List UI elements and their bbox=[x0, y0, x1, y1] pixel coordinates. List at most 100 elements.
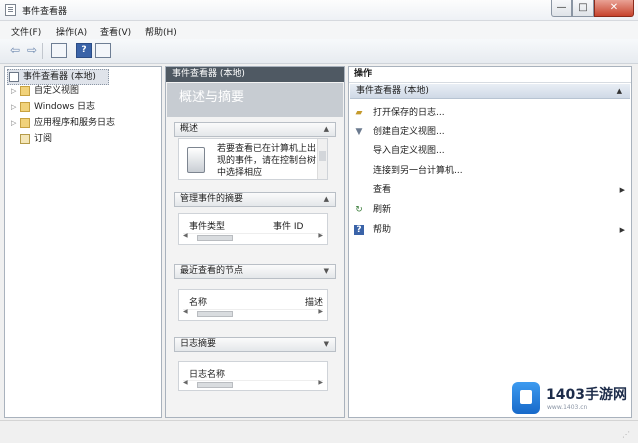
action-import-custom-view[interactable]: 导入自定义视图... bbox=[349, 143, 631, 159]
scroll-left-arrow-icon[interactable]: ◀ bbox=[183, 379, 188, 386]
title-bar: 事件查看器 — □ ✕ bbox=[0, 0, 638, 21]
status-bar: ⋰ bbox=[0, 420, 638, 443]
action-create-custom-view[interactable]: ▼ 创建自定义视图... bbox=[349, 124, 631, 140]
toolbar-separator bbox=[42, 43, 43, 59]
scroll-right-arrow-icon[interactable]: ▶ bbox=[318, 308, 323, 315]
section-overview-header[interactable]: 概述 ▲ bbox=[174, 122, 336, 137]
event-viewer-app-icon bbox=[5, 4, 16, 16]
site-watermark: 1403手游网 www.1403.cn bbox=[512, 382, 632, 420]
help-icon: ? bbox=[354, 225, 364, 235]
maximize-button[interactable]: □ bbox=[572, 0, 594, 17]
tree-item-label: 自定义视图 bbox=[34, 86, 80, 96]
forward-arrow-icon[interactable]: ⇨ bbox=[24, 43, 40, 58]
menu-view[interactable]: 查看(V) bbox=[100, 25, 131, 38]
action-view[interactable]: 查看 ▶ bbox=[349, 182, 631, 198]
scroll-thumb[interactable] bbox=[197, 382, 233, 388]
overview-content: 若要查看已在计算机上出现的事件，请在控制台树中选择相应 bbox=[178, 138, 328, 180]
actions-pane: 操作 事件查看器 (本地) ▲ ▰ 打开保存的日志... ▼ 创建自定义视图..… bbox=[348, 66, 632, 418]
recent-hscrollbar[interactable]: ◀ ▶ bbox=[183, 308, 323, 319]
section-title: 概述 bbox=[180, 124, 199, 134]
scroll-right-arrow-icon[interactable]: ▶ bbox=[318, 379, 323, 386]
scroll-left-arrow-icon[interactable]: ◀ bbox=[183, 308, 188, 315]
console-tree-pane: 事件查看器 (本地) ▷ 自定义视图 ▷ Windows 日志 ▷ 应用程序和服务日志… bbox=[4, 66, 162, 418]
open-folder-icon: ▰ bbox=[355, 108, 363, 118]
tree-item-label: Windows 日志 bbox=[34, 102, 96, 112]
filter-icon: ▼ bbox=[355, 127, 363, 137]
expand-arrow-icon[interactable]: ▷ bbox=[11, 100, 19, 114]
overview-banner: 概述与摘要 bbox=[167, 83, 343, 117]
column-header-log-name[interactable]: 日志名称 bbox=[189, 367, 225, 380]
summary-hscrollbar[interactable]: ◀ ▶ bbox=[183, 232, 323, 243]
folder-icon bbox=[20, 86, 30, 96]
scroll-left-arrow-icon[interactable]: ◀ bbox=[183, 232, 188, 239]
tree-root-label: 事件查看器 (本地) bbox=[23, 72, 96, 82]
scroll-thumb[interactable] bbox=[197, 311, 233, 317]
section-title: 日志摘要 bbox=[180, 339, 217, 349]
window-title: 事件查看器 bbox=[22, 7, 68, 17]
menu-help[interactable]: 帮助(H) bbox=[145, 25, 177, 38]
brand-logo-icon bbox=[512, 382, 540, 414]
watermark-brand: 1403手游网 bbox=[546, 387, 627, 403]
scroll-thumb[interactable] bbox=[197, 235, 233, 241]
tree-item-app-service-logs[interactable]: ▷ 应用程序和服务日志 bbox=[11, 116, 115, 130]
overview-scrollbar[interactable] bbox=[317, 139, 327, 179]
actions-group-label: 事件查看器 (本地) bbox=[356, 86, 429, 96]
log-hscrollbar[interactable]: ◀ ▶ bbox=[183, 379, 323, 390]
scroll-right-arrow-icon[interactable]: ▶ bbox=[318, 232, 323, 239]
collapse-arrow-icon[interactable]: ▼ bbox=[324, 265, 329, 278]
show-hide-action-pane-icon[interactable] bbox=[95, 43, 111, 58]
event-viewer-icon bbox=[9, 72, 19, 82]
summary-table: 事件类型 事件 ID ◀ ▶ bbox=[178, 213, 328, 245]
collapse-arrow-icon[interactable]: ▼ bbox=[324, 338, 329, 351]
recent-nodes-table: 名称 描述 ◀ ▶ bbox=[178, 289, 328, 321]
tree-item-subscriptions[interactable]: 订阅 bbox=[19, 132, 52, 146]
expand-arrow-icon[interactable]: ▷ bbox=[11, 116, 19, 130]
section-summary-header[interactable]: 管理事件的摘要 ▲ bbox=[174, 192, 336, 207]
column-header-event-id[interactable]: 事件 ID bbox=[273, 219, 303, 232]
minimize-button[interactable]: — bbox=[551, 0, 572, 17]
submenu-arrow-icon: ▶ bbox=[619, 226, 625, 234]
expand-arrow-icon[interactable]: ▷ bbox=[11, 84, 19, 98]
folder-icon bbox=[20, 118, 30, 128]
overview-pane: 事件查看器 (本地) 概述与摘要 概述 ▲ 若要查看已在计算机上出现的事件，请在… bbox=[165, 66, 345, 418]
actions-group-event-viewer[interactable]: 事件查看器 (本地) ▲ bbox=[350, 84, 630, 99]
scroll-thumb[interactable] bbox=[319, 151, 326, 161]
computer-icon bbox=[187, 147, 205, 173]
show-hide-console-tree-icon[interactable] bbox=[51, 43, 67, 58]
collapse-arrow-icon[interactable]: ▲ bbox=[324, 193, 329, 206]
menu-file[interactable]: 文件(F) bbox=[11, 25, 41, 38]
section-log-summary-header[interactable]: 日志摘要 ▼ bbox=[174, 337, 336, 352]
section-title: 最近查看的节点 bbox=[180, 266, 244, 276]
help-icon[interactable]: ? bbox=[76, 43, 92, 58]
action-open-saved-log[interactable]: ▰ 打开保存的日志... bbox=[349, 105, 631, 121]
resize-grip-icon[interactable]: ⋰ bbox=[622, 430, 632, 440]
section-title: 管理事件的摘要 bbox=[180, 194, 244, 204]
action-refresh[interactable]: ↻ 刷新 bbox=[349, 202, 631, 218]
back-arrow-icon[interactable]: ⇦ bbox=[7, 43, 23, 58]
close-button[interactable]: ✕ bbox=[594, 0, 634, 17]
submenu-arrow-icon: ▶ bbox=[619, 186, 625, 194]
section-recent-header[interactable]: 最近查看的节点 ▼ bbox=[174, 264, 336, 279]
subscriptions-icon bbox=[20, 134, 30, 144]
column-header-name[interactable]: 名称 bbox=[189, 295, 207, 308]
collapse-arrow-icon[interactable]: ▲ bbox=[324, 123, 329, 136]
tree-item-label: 订阅 bbox=[34, 134, 53, 144]
refresh-icon: ↻ bbox=[355, 205, 363, 215]
menu-action[interactable]: 操作(A) bbox=[56, 25, 87, 38]
tree-root-event-viewer-local[interactable]: 事件查看器 (本地) bbox=[7, 69, 109, 85]
folder-icon bbox=[20, 102, 30, 112]
toolbar: ⇦ ⇨ ? bbox=[0, 39, 638, 64]
column-header-event-type[interactable]: 事件类型 bbox=[189, 219, 225, 232]
tree-item-label: 应用程序和服务日志 bbox=[34, 118, 116, 128]
menu-bar: 文件(F) 操作(A) 查看(V) 帮助(H) bbox=[0, 21, 638, 39]
action-connect-another-computer[interactable]: 连接到另一台计算机... bbox=[349, 163, 631, 179]
actions-header: 操作 bbox=[349, 67, 631, 83]
column-header-description[interactable]: 描述 bbox=[305, 295, 323, 308]
action-help[interactable]: ? 帮助 ▶ bbox=[349, 222, 631, 238]
log-summary-table: 日志名称 ◀ ▶ bbox=[178, 361, 328, 391]
tree-item-custom-views[interactable]: ▷ 自定义视图 bbox=[11, 84, 79, 98]
collapse-arrow-icon[interactable]: ▲ bbox=[617, 84, 622, 99]
tree-item-windows-logs[interactable]: ▷ Windows 日志 bbox=[11, 100, 95, 114]
event-viewer-window: 事件查看器 — □ ✕ 文件(F) 操作(A) 查看(V) 帮助(H) ⇦ ⇨ … bbox=[0, 0, 638, 443]
watermark-url: www.1403.cn bbox=[547, 404, 588, 411]
